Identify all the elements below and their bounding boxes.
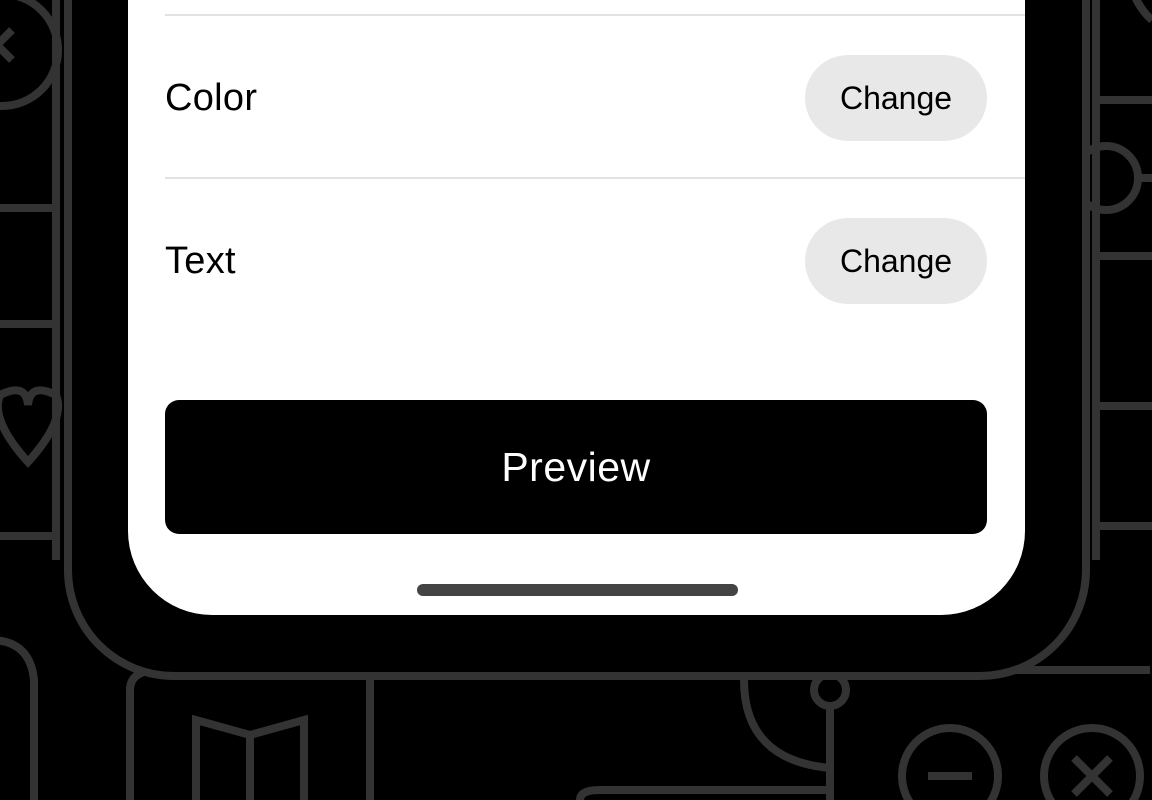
app-stage: Color Change Text Change Preview (0, 0, 1152, 800)
change-color-button[interactable]: Change (805, 55, 987, 141)
divider (165, 177, 1025, 179)
heart-icon (0, 386, 63, 468)
change-text-button[interactable]: Change (805, 218, 987, 304)
phone-screen: Color Change Text Change Preview (128, 0, 1025, 615)
color-label: Color (165, 76, 258, 119)
settings-row-color: Color Change (165, 55, 987, 141)
divider (165, 14, 1025, 16)
text-label: Text (165, 239, 236, 282)
close-icon (1040, 724, 1144, 800)
settings-row-text: Text Change (165, 218, 987, 304)
home-indicator (417, 584, 738, 596)
minus-icon (898, 724, 1002, 800)
preview-button[interactable]: Preview (165, 400, 987, 534)
